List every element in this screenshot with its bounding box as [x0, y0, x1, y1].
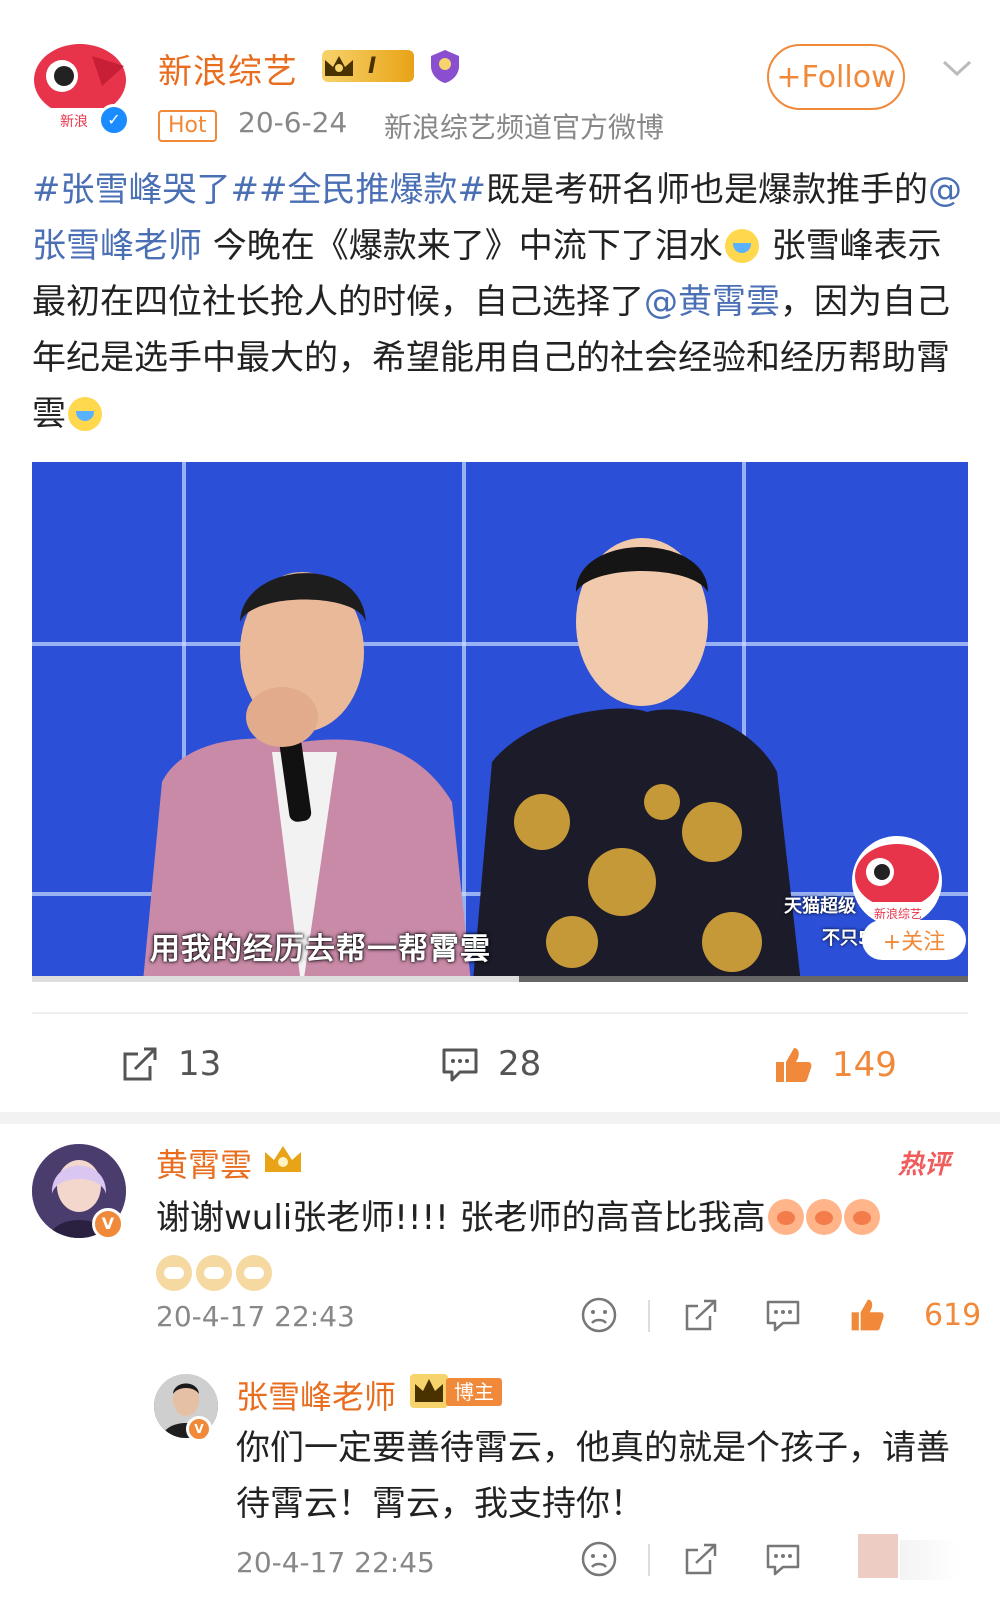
comment-icon: [442, 1048, 478, 1082]
doge-emoji-icon: [196, 1255, 232, 1291]
hot-comment-badge: 热评: [898, 1150, 951, 1180]
dislike-face-icon[interactable]: [580, 1296, 618, 1334]
watermark-text: 天猫超级: [784, 896, 856, 917]
crown-icon: [265, 1146, 301, 1172]
post-source: 新浪综艺频道官方微博: [384, 111, 665, 144]
chevron-down-icon[interactable]: [940, 50, 974, 84]
thumbs-up-icon[interactable]: [848, 1296, 886, 1334]
comment-like-count: 619: [924, 1298, 982, 1333]
reply-icon[interactable]: [764, 1540, 802, 1578]
hashtag-link[interactable]: #全民推爆款#: [259, 170, 486, 210]
watermark-logo-text: 新浪综艺: [874, 906, 922, 921]
video-progress-fill: [32, 976, 519, 982]
repost-count: 13: [178, 1044, 222, 1084]
reply-icon[interactable]: [764, 1296, 802, 1334]
share-icon[interactable]: [682, 1296, 720, 1334]
section-divider: [0, 1112, 1000, 1124]
divider: [648, 1300, 650, 1332]
video-player[interactable]: 用我的经历去帮一帮霄雲 新浪综艺 天猫超级 不只5 +关注: [32, 462, 968, 982]
crying-emoji-icon: [724, 229, 759, 263]
shield-icon: [431, 50, 459, 83]
verified-icon: V: [186, 1416, 212, 1442]
comment-text-body: 谢谢wuli张老师!!!! 张老师的高音比我高: [156, 1198, 766, 1238]
dislike-face-icon[interactable]: [580, 1540, 618, 1578]
hot-badge: Hot: [158, 110, 217, 142]
like-button[interactable]: 149: [772, 1044, 897, 1086]
watermark-follow-button: +关注: [862, 920, 966, 960]
comment-button[interactable]: 28: [440, 1044, 541, 1084]
verified-icon: ✓: [98, 104, 130, 136]
comment-text: 谢谢wuli张老师!!!! 张老师的高音比我高: [156, 1190, 956, 1302]
comment-time: 20-4-17 22:43: [156, 1300, 355, 1333]
author-name[interactable]: 新浪综艺: [158, 44, 298, 93]
repost-icon: [123, 1047, 157, 1081]
paw-emoji-icon: [767, 1199, 804, 1235]
replier-name[interactable]: 张雪峰老师: [236, 1372, 396, 1418]
hashtag-link[interactable]: #张雪峰哭了#: [32, 170, 259, 210]
video-subtitle: 用我的经历去帮一帮霄雲: [150, 932, 491, 967]
like-count: 149: [832, 1045, 897, 1085]
verified-icon: V: [92, 1208, 124, 1240]
reply-text: 你们一定要善待霄云，他真的就是个孩子，请善待霄云！霄云，我支持你！: [236, 1428, 950, 1524]
divider: [32, 1012, 968, 1014]
mention-link[interactable]: @黄霄雲: [644, 282, 780, 322]
divider: [648, 1544, 650, 1576]
paw-emoji-icon: [805, 1199, 842, 1235]
paw-emoji-icon: [843, 1199, 880, 1235]
svg-text:新浪: 新浪: [60, 114, 88, 130]
commenter-name[interactable]: 黄霄雲: [156, 1140, 252, 1186]
vip-level: I: [368, 53, 377, 79]
doge-emoji-icon: [236, 1255, 272, 1291]
thumbs-up-icon[interactable]: [858, 1534, 898, 1578]
thumbs-up-icon: [776, 1048, 812, 1082]
share-icon[interactable]: [682, 1540, 720, 1578]
author-badge: 博主: [446, 1378, 502, 1406]
post-text-segment: 既是考研名师也是爆款推手的: [485, 170, 928, 210]
host-figure: [142, 572, 471, 982]
repost-button[interactable]: 13: [120, 1044, 221, 1084]
fade-overlay: [900, 1540, 960, 1580]
vip-level-badge: I: [322, 50, 414, 82]
post-date: 20-6-24: [238, 106, 348, 139]
reply-time: 20-4-17 22:45: [236, 1546, 435, 1579]
follow-button[interactable]: +Follow: [767, 44, 905, 110]
doge-emoji-icon: [156, 1255, 192, 1291]
crown-icon: [410, 1374, 448, 1408]
crown-icon: [325, 56, 353, 76]
post-text: #张雪峰哭了##全民推爆款#既是考研名师也是爆款推手的@张雪峰老师 今晚在《爆款…: [32, 162, 972, 442]
comment-count: 28: [498, 1044, 542, 1084]
crying-emoji-icon: [68, 397, 102, 431]
singer-figure: [472, 538, 801, 982]
post-text-segment: 今晚在《爆款来了》中流下了泪水: [202, 226, 723, 266]
watermark-logo: 新浪综艺: [852, 836, 942, 926]
